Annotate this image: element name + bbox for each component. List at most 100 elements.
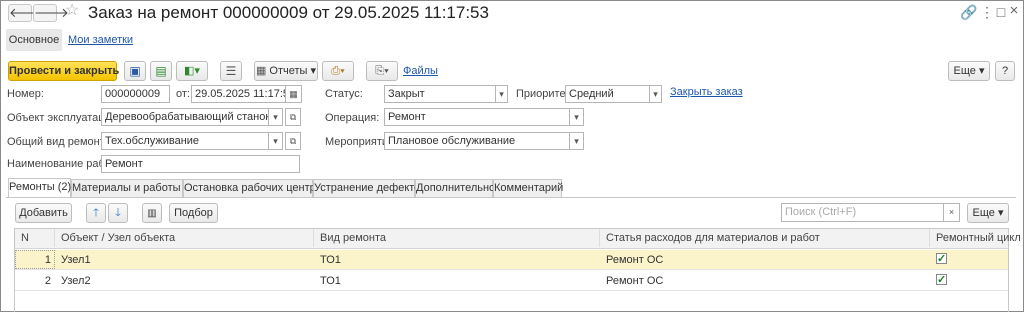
attach-button[interactable]: ⎘▾ [366,61,398,81]
search-input[interactable]: Поиск (Ctrl+F) [781,203,944,222]
chevron-down-icon: ▾ [574,112,579,122]
back-button[interactable]: 🡐 [8,4,44,22]
repair-kind-field[interactable]: Тех.обслуживание [101,132,269,150]
files-link[interactable]: Файлы [403,65,438,77]
close-order-link[interactable]: Закрыть заказ [670,86,743,98]
post-button[interactable]: ▤ [150,61,172,81]
tab-comment[interactable]: Комментарий [493,179,563,197]
post-document-icon: ▤ [155,64,167,78]
priority-dropdown-button[interactable]: ▾ [650,85,662,103]
calendar-button[interactable]: ▦ [286,85,302,103]
close-icon: × [948,207,955,217]
create-based-on-button[interactable]: ◧▾ [176,61,208,81]
reports-button[interactable]: ▦ Отчеты ▾ [254,61,318,81]
select-button[interactable]: Подбор [169,203,218,223]
chevron-down-icon: ▾ [653,89,658,99]
row-number: 1 [44,254,51,266]
date-from-label: от: [176,88,190,100]
status-label: Статус: [325,88,363,100]
row-kind: ТО1 [320,254,341,266]
status-dropdown-button[interactable]: ▾ [496,85,508,103]
tab-defects[interactable]: Устранение дефектов [313,179,426,197]
structure-button[interactable]: ☰ [220,61,242,81]
paperclip-icon: ⎘▾ [375,65,389,77]
more-button[interactable]: Еще ▾ [948,61,990,81]
table-more-button[interactable]: Еще ▾ [967,203,1009,223]
row-kind: ТО1 [320,275,341,287]
nav-tab-notes[interactable]: Мои заметки [68,34,133,46]
col-header-object[interactable]: Объект / Узел объекта [55,229,314,247]
row-expense: Ремонт ОС [606,275,664,287]
create-based-icon: ◧▾ [184,65,200,77]
object-dropdown-button[interactable]: ▾ [269,108,283,126]
number-field[interactable]: 000000009 [101,85,170,103]
event-field[interactable]: Плановое обслуживание [384,132,570,150]
barcode-button[interactable]: ▥ [142,203,162,223]
checkmark-icon: ✓ [937,253,947,265]
tabs-baseline [6,197,1016,198]
add-row-button[interactable]: Добавить [15,203,72,223]
date-field[interactable]: 29.05.2025 11:17:53 [191,85,286,103]
table-header: N Объект / Узел объекта Вид ремонта Стат… [15,229,1021,249]
save-icon: ▣ [129,64,141,78]
priority-field[interactable]: Средний [565,85,650,103]
open-icon: ⧉ [289,136,297,146]
tab-additional[interactable]: Дополнительно [415,179,495,197]
arrow-down-icon: 🡓 [115,207,121,219]
save-button[interactable]: ▣ [124,61,146,81]
operation-label: Операция: [325,112,380,124]
tab-repairs[interactable]: Ремонты (2) [8,178,71,197]
post-and-close-button[interactable]: Провести и закрыть [8,61,119,81]
number-label: Номер: [7,88,44,100]
row-number: 2 [44,275,51,287]
move-down-button[interactable]: 🡓 [108,203,128,223]
repair-cycle-checkbox[interactable]: ✓ [936,274,947,286]
document-list-icon: ☰ [225,64,237,78]
open-icon: ⧉ [289,112,297,122]
col-header-expense[interactable]: Статья расходов для материалов и работ [600,229,930,247]
window-title: Заказ на ремонт 000000009 от 29.05.2025 … [88,3,489,22]
checkmark-icon: ✓ [937,274,947,286]
tab-work-center-stops[interactable]: Остановка рабочих центров [183,179,328,197]
star-icon[interactable]: ☆ [64,3,80,19]
close-icon[interactable]: × [1008,3,1020,19]
nav-tab-main[interactable]: Основное [6,29,62,51]
col-header-n[interactable]: N [15,229,55,247]
maximize-icon[interactable]: □ [994,4,1008,20]
repairs-table: N Объект / Узел объекта Вид ремонта Стат… [14,228,1021,312]
repair-kind-label: Общий вид ремонта: [7,136,114,148]
tab-materials[interactable]: Материалы и работы (2) [71,179,197,197]
barcode-icon: ▥ [147,208,157,219]
table-row[interactable]: 2 Узел2 ТО1 Ремонт ОС ✓ [15,271,1008,291]
kebab-menu-icon[interactable]: ⋮ [980,4,994,20]
repair-kind-dropdown-button[interactable]: ▾ [269,132,283,150]
row-object: Узел2 [61,275,91,287]
chevron-down-icon: ▾ [574,136,579,146]
help-button[interactable]: ? [995,61,1015,81]
print-icon: ⎙▾ [331,65,345,77]
repair-kind-open-button[interactable]: ⧉ [285,132,301,150]
col-header-kind[interactable]: Вид ремонта [314,229,600,247]
arrow-up-icon: 🡑 [93,207,99,219]
table-row[interactable]: 1 Узел1 ТО1 Ремонт ОС ✓ [15,250,1008,270]
reports-icon: ▦ [255,65,270,77]
operation-dropdown-button[interactable]: ▾ [570,108,584,126]
link-icon[interactable]: 🔗 [960,4,977,20]
work-name-field[interactable]: Ремонт [101,155,300,173]
chevron-down-icon: ▾ [273,112,278,122]
event-dropdown-button[interactable]: ▾ [570,132,584,150]
clear-search-button[interactable]: × [944,203,960,222]
chevron-down-icon: ▾ [499,89,504,99]
operation-field[interactable]: Ремонт [384,108,570,126]
col-header-cycle[interactable]: Ремонтный цикл [930,229,1021,247]
repair-cycle-checkbox[interactable]: ✓ [936,253,947,265]
object-open-button[interactable]: ⧉ [285,108,301,126]
print-button[interactable]: ⎙▾ [322,61,354,81]
row-object: Узел1 [61,254,91,266]
calendar-icon: ▦ [289,89,298,99]
row-expense: Ремонт ОС [606,254,664,266]
move-up-button[interactable]: 🡑 [86,203,106,223]
forward-button[interactable]: 🡒 [33,4,69,22]
object-field[interactable]: Деревообрабатывающий станок ДС-10 [101,108,269,126]
status-field[interactable]: Закрыт [384,85,496,103]
